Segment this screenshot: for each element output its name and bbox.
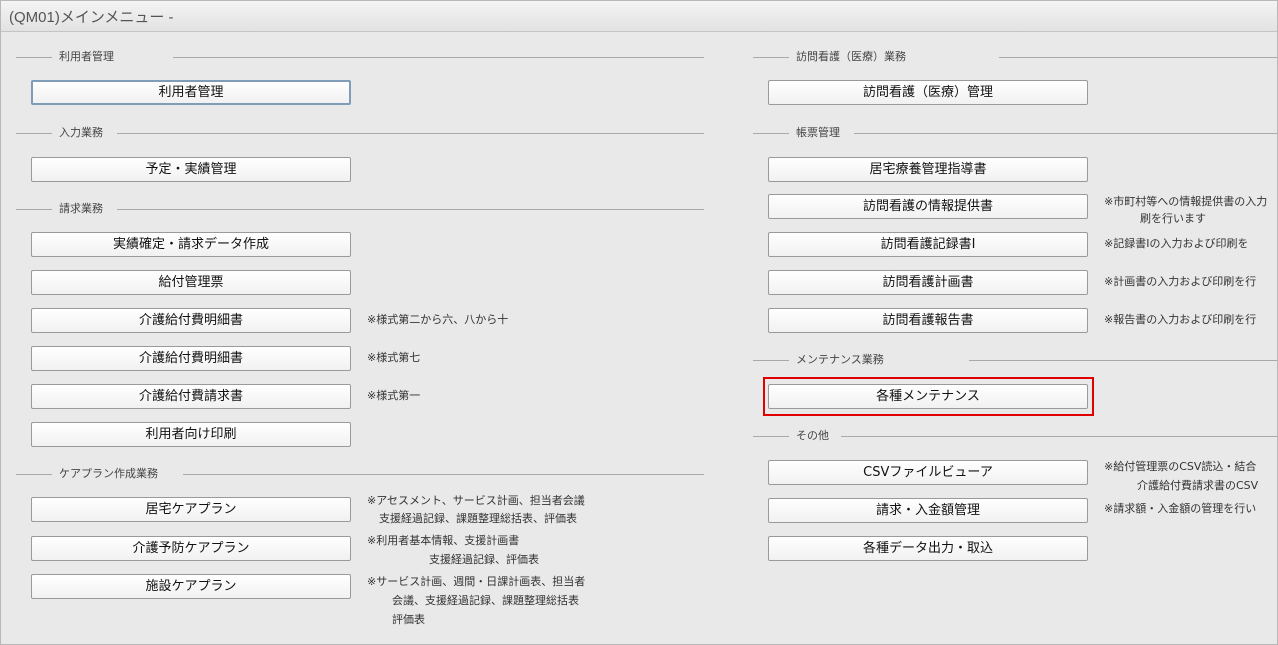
- section-divider: [16, 57, 52, 58]
- note-facility-plan-3: 評価表: [392, 613, 425, 626]
- csv-viewer-button[interactable]: CSVファイルビューア: [768, 460, 1088, 485]
- section-divider: [117, 209, 704, 210]
- section-divider: [841, 436, 1277, 437]
- section-divider: [999, 57, 1277, 58]
- title-bar: (QM01)メインメニュー -: [1, 1, 1277, 32]
- section-label-visit-nursing: 訪問看護（医療）業務: [796, 50, 906, 63]
- section-other: その他: [751, 429, 1277, 443]
- note-facility-plan-1: ※サービス計画、週間・日課計画表、担当者: [367, 575, 586, 588]
- section-divider: [753, 360, 789, 361]
- schedule-management-button[interactable]: 予定・実績管理: [31, 157, 351, 182]
- highlight-box: [763, 377, 1094, 416]
- section-label-maintenance: メンテナンス業務: [796, 353, 884, 366]
- nursing-plan-button[interactable]: 訪問看護計画書: [768, 270, 1088, 295]
- section-label-careplan: ケアプラン作成業務: [59, 467, 158, 480]
- section-divider: [969, 360, 1277, 361]
- care-benefit-statement-7-button[interactable]: 介護給付費明細書: [31, 346, 351, 371]
- preventive-care-plan-button[interactable]: 介護予防ケアプラン: [31, 536, 351, 561]
- section-divider: [753, 133, 789, 134]
- section-users: 利用者管理: [1, 50, 706, 64]
- note-home-care-plan-2: 支援経過記録、課題整理総括表、評価表: [379, 512, 577, 525]
- note-csv-1: ※給付管理票のCSV読込・結合: [1104, 460, 1257, 473]
- section-maintenance: メンテナンス業務: [751, 353, 1277, 367]
- facility-care-plan-button[interactable]: 施設ケアプラン: [31, 574, 351, 599]
- section-visit-nursing: 訪問看護（医療）業務: [751, 50, 1277, 64]
- section-divider: [16, 133, 52, 134]
- billing-payment-management-button[interactable]: 請求・入金額管理: [768, 498, 1088, 523]
- home-care-guidance-button[interactable]: 居宅療養管理指導書: [768, 157, 1088, 182]
- section-divider: [854, 133, 1277, 134]
- note-info-form-2: 刷を行います: [1140, 212, 1206, 225]
- section-label-other: その他: [796, 429, 829, 442]
- section-divider: [753, 57, 789, 58]
- section-careplan: ケアプラン作成業務: [1, 467, 706, 481]
- user-print-button[interactable]: 利用者向け印刷: [31, 422, 351, 447]
- note-plan: ※計画書の入力および印刷を行: [1104, 275, 1257, 288]
- section-billing: 請求業務: [1, 202, 706, 216]
- nursing-report-button[interactable]: 訪問看護報告書: [768, 308, 1088, 333]
- section-forms: 帳票管理: [751, 126, 1277, 140]
- window-title: (QM01)メインメニュー -: [9, 9, 174, 26]
- care-benefit-statement-button[interactable]: 介護給付費明細書: [31, 308, 351, 333]
- nursing-info-form-button[interactable]: 訪問看護の情報提供書: [768, 194, 1088, 219]
- note-invoice-form-1: ※様式第一: [367, 389, 421, 402]
- note-info-form-1: ※市町村等への情報提供書の入力: [1104, 195, 1268, 208]
- section-divider: [753, 436, 789, 437]
- data-export-import-button[interactable]: 各種データ出力・取込: [768, 536, 1088, 561]
- note-preventive-plan-2: 支援経過記録、評価表: [429, 553, 539, 566]
- section-divider: [173, 57, 704, 58]
- user-management-button[interactable]: 利用者管理: [31, 80, 351, 105]
- section-divider: [16, 209, 52, 210]
- note-csv-2: 介護給付費請求書のCSV: [1137, 479, 1259, 492]
- confirm-billing-data-button[interactable]: 実績確定・請求データ作成: [31, 232, 351, 257]
- note-facility-plan-2: 会議、支援経過記録、課題整理総括表: [392, 594, 579, 607]
- section-input: 入力業務: [1, 126, 706, 140]
- benefit-management-form-button[interactable]: 給付管理票: [31, 270, 351, 295]
- section-divider: [16, 474, 52, 475]
- note-report: ※報告書の入力および印刷を行: [1104, 313, 1257, 326]
- section-label-users: 利用者管理: [59, 50, 114, 63]
- section-label-input: 入力業務: [59, 126, 103, 139]
- nursing-record-button[interactable]: 訪問看護記録書Ⅰ: [768, 232, 1088, 257]
- home-care-plan-button[interactable]: 居宅ケアプラン: [31, 497, 351, 522]
- note-statement-form-7: ※様式第七: [367, 351, 421, 364]
- note-statement-forms: ※様式第二から六、八から十: [367, 313, 509, 326]
- section-label-billing: 請求業務: [59, 202, 103, 215]
- main-menu-window: (QM01)メインメニュー - 利用者管理 利用者管理 入力業務 予定・実績管理…: [0, 0, 1278, 645]
- visit-nursing-management-button[interactable]: 訪問看護（医療）管理: [768, 80, 1088, 105]
- care-benefit-invoice-button[interactable]: 介護給付費請求書: [31, 384, 351, 409]
- note-record: ※記録書Ⅰの入力および印刷を: [1104, 237, 1249, 250]
- section-divider: [183, 474, 704, 475]
- note-home-care-plan-1: ※アセスメント、サービス計画、担当者会議: [367, 494, 585, 507]
- section-divider: [117, 133, 704, 134]
- note-amount: ※請求額・入金額の管理を行い: [1104, 502, 1257, 515]
- section-label-forms: 帳票管理: [796, 126, 840, 139]
- note-preventive-plan-1: ※利用者基本情報、支援計画書: [367, 534, 520, 547]
